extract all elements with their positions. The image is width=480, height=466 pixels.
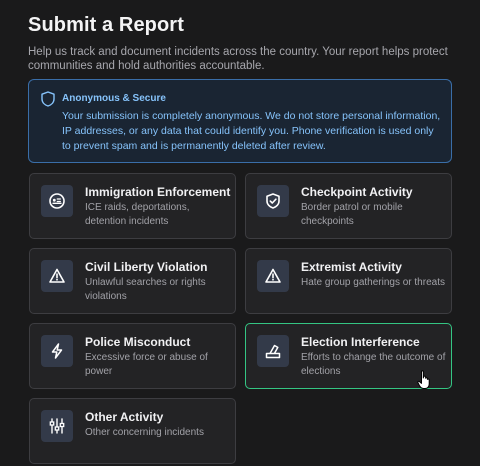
category-icon-box <box>41 185 73 217</box>
category-icon-box <box>41 335 73 367</box>
category-icon-box <box>41 410 73 442</box>
shield-check-icon <box>266 193 280 209</box>
category-card-other-activity[interactable]: Other Activity Other concerning incident… <box>29 398 236 464</box>
page-title: Submit a Report <box>28 14 184 36</box>
category-icon-box <box>257 185 289 217</box>
category-title: Immigration Enforcement <box>85 185 231 199</box>
category-card-police-misconduct[interactable]: Police Misconduct Excessive force or abu… <box>29 323 236 389</box>
warning-triangle-icon <box>265 268 281 283</box>
category-title: Election Interference <box>301 335 420 349</box>
category-description: Other concerning incidents <box>85 427 204 438</box>
category-card-extremist-activity[interactable]: Extremist Activity Hate group gatherings… <box>245 248 452 314</box>
category-card-immigration-enforcement[interactable]: Immigration Enforcement ICE raids, depor… <box>29 173 236 239</box>
page-intro: Help us track and document incidents acr… <box>28 46 448 72</box>
category-card-checkpoint-activity[interactable]: Checkpoint Activity Border patrol or mob… <box>245 173 452 239</box>
category-description: Border patrol or mobile checkpoints <box>301 202 403 227</box>
category-description: Unlawful searches or rights violations <box>85 277 206 302</box>
ice-badge-icon <box>49 193 65 209</box>
category-description: Excessive force or abuse of power <box>85 352 208 377</box>
category-icon-box <box>41 260 73 292</box>
ballot-box-icon <box>265 344 281 359</box>
category-title: Extremist Activity <box>301 260 402 274</box>
category-icon-box <box>257 260 289 292</box>
category-title: Other Activity <box>85 410 164 424</box>
shield-icon <box>41 91 55 107</box>
category-title: Checkpoint Activity <box>301 185 413 199</box>
category-title: Police Misconduct <box>85 335 191 349</box>
category-card-civil-liberty-violation[interactable]: Civil Liberty Violation Unlawful searche… <box>29 248 236 314</box>
notice-title: Anonymous & Secure <box>62 93 166 104</box>
warning-triangle-icon <box>49 268 65 283</box>
category-description: Hate group gatherings or threats <box>301 277 445 288</box>
notice-text: Your submission is completely anonymous.… <box>62 110 441 152</box>
category-icon-box <box>257 335 289 367</box>
category-description: ICE raids, deportations, detention incid… <box>85 202 190 227</box>
anonymity-notice: Anonymous & Secure Your submission is co… <box>28 79 452 163</box>
lightning-icon <box>51 343 63 359</box>
category-title: Civil Liberty Violation <box>85 260 208 274</box>
hand-pointer-cursor-icon <box>417 370 430 389</box>
sliders-icon <box>49 418 65 434</box>
